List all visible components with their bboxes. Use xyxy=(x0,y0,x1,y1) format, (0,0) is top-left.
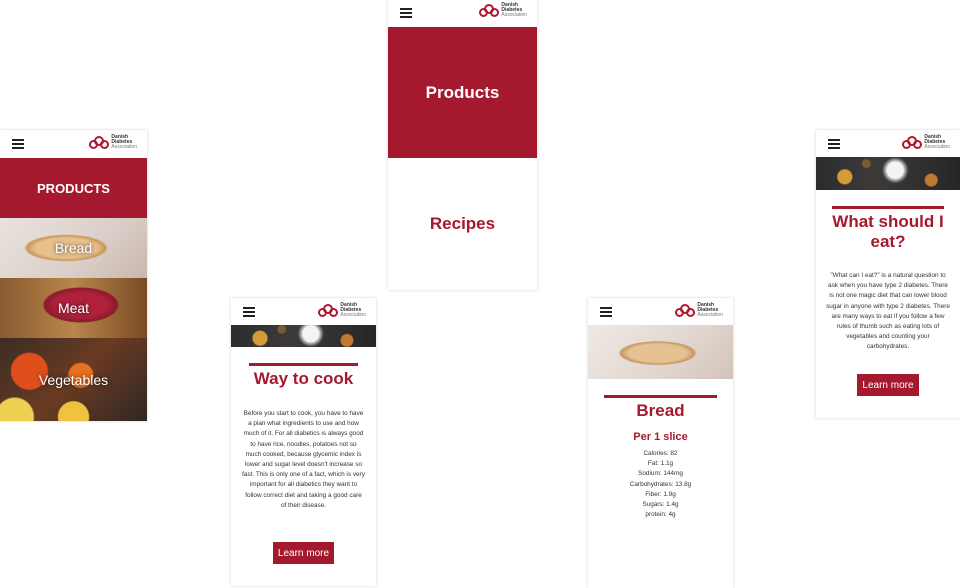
hamburger-menu-icon[interactable] xyxy=(600,307,612,317)
category-tile-vegetables[interactable]: Vegetables xyxy=(0,338,147,421)
top-bar: Danish Diabetes Association xyxy=(0,130,147,158)
category-tile-bread[interactable]: Bread xyxy=(0,218,147,278)
menu-item-recipes-label: Recipes xyxy=(429,214,496,233)
logo-mark-icon xyxy=(318,303,339,318)
logo-line3: Association xyxy=(501,12,527,18)
logo-mark-icon xyxy=(89,135,110,150)
top-bar: Danish Diabetes Association xyxy=(231,298,376,326)
logo-mark-icon xyxy=(479,3,500,18)
nutrition-item: protein: 4g xyxy=(645,511,676,519)
hero-image xyxy=(816,157,960,190)
category-label: Bread xyxy=(54,240,93,256)
serving-subtitle: Per 1 slice xyxy=(633,431,688,443)
menu-item-products[interactable]: Products xyxy=(388,27,537,158)
top-bar: Danish Diabetes Association xyxy=(588,298,733,326)
category-tile-meat[interactable]: Meat xyxy=(0,278,147,338)
menu-item-recipes[interactable]: Recipes xyxy=(388,158,537,290)
page-title: Way to cook xyxy=(253,369,354,388)
screen-products-list: Danish Diabetes Association PRODUCTS Bre… xyxy=(0,130,147,421)
screen-bread-detail: Danish Diabetes Association Bread Per 1 … xyxy=(588,298,733,588)
logo-mark-icon xyxy=(902,135,923,150)
nutrition-item: Sodium: 144mg xyxy=(638,470,683,478)
logo[interactable]: Danish Diabetes Association xyxy=(675,303,723,318)
category-label: Vegetables xyxy=(38,371,109,388)
nutrition-list: Calories: 82 Fat: 1.1g Sodium: 144mg Car… xyxy=(588,449,733,520)
logo-line3: Association xyxy=(111,144,137,150)
logo-line3: Association xyxy=(924,144,950,150)
nutrition-item: Calories: 82 xyxy=(643,450,678,457)
learn-more-button[interactable]: Learn more xyxy=(857,374,919,396)
top-bar: Danish Diabetes Association xyxy=(388,0,537,27)
title-divider xyxy=(832,206,944,209)
bread-image xyxy=(588,325,733,379)
hero-image xyxy=(231,325,376,347)
logo[interactable]: Danish Diabetes Association xyxy=(479,3,527,18)
logo-line3: Association xyxy=(340,312,366,318)
logo[interactable]: Danish Diabetes Association xyxy=(318,303,366,318)
logo[interactable]: Danish Diabetes Association xyxy=(89,135,137,150)
logo[interactable]: Danish Diabetes Association xyxy=(902,135,950,150)
logo-mark-icon xyxy=(675,303,696,318)
products-header-label: PRODUCTS xyxy=(37,180,110,196)
nutrition-item: Fat: 1.1g xyxy=(647,460,674,468)
top-bar: Danish Diabetes Association xyxy=(816,130,960,158)
body-text: "What can I eat?" is a natural question … xyxy=(826,272,950,351)
nutrition-item: Fiber: 1.9g xyxy=(645,490,676,498)
hamburger-menu-icon[interactable] xyxy=(828,139,840,149)
screen-what-to-eat: Danish Diabetes Association What should … xyxy=(816,130,960,418)
nutrition-item: Sugars: 1.4g xyxy=(642,501,679,509)
title-divider xyxy=(604,395,717,398)
screen-menu: Danish Diabetes Association Products Rec… xyxy=(388,0,537,290)
product-title: Bread xyxy=(636,401,685,420)
learn-more-button[interactable]: Learn more xyxy=(273,542,334,564)
hamburger-menu-icon[interactable] xyxy=(12,139,24,149)
category-label: Meat xyxy=(57,300,90,316)
products-header: PRODUCTS xyxy=(0,158,147,218)
page-title: What should I eat? xyxy=(832,212,944,251)
menu-item-products-label: Products xyxy=(425,82,500,102)
logo-line3: Association xyxy=(697,312,723,318)
nutrition-item: Carbohydrates: 13.8g xyxy=(629,480,692,488)
title-divider xyxy=(249,363,358,366)
body-text: Before you start to cook, you have to ha… xyxy=(242,410,365,509)
hamburger-menu-icon[interactable] xyxy=(243,307,255,317)
hamburger-menu-icon[interactable] xyxy=(400,8,412,18)
screen-way-to-cook: Danish Diabetes Association Way to cook … xyxy=(231,298,376,586)
